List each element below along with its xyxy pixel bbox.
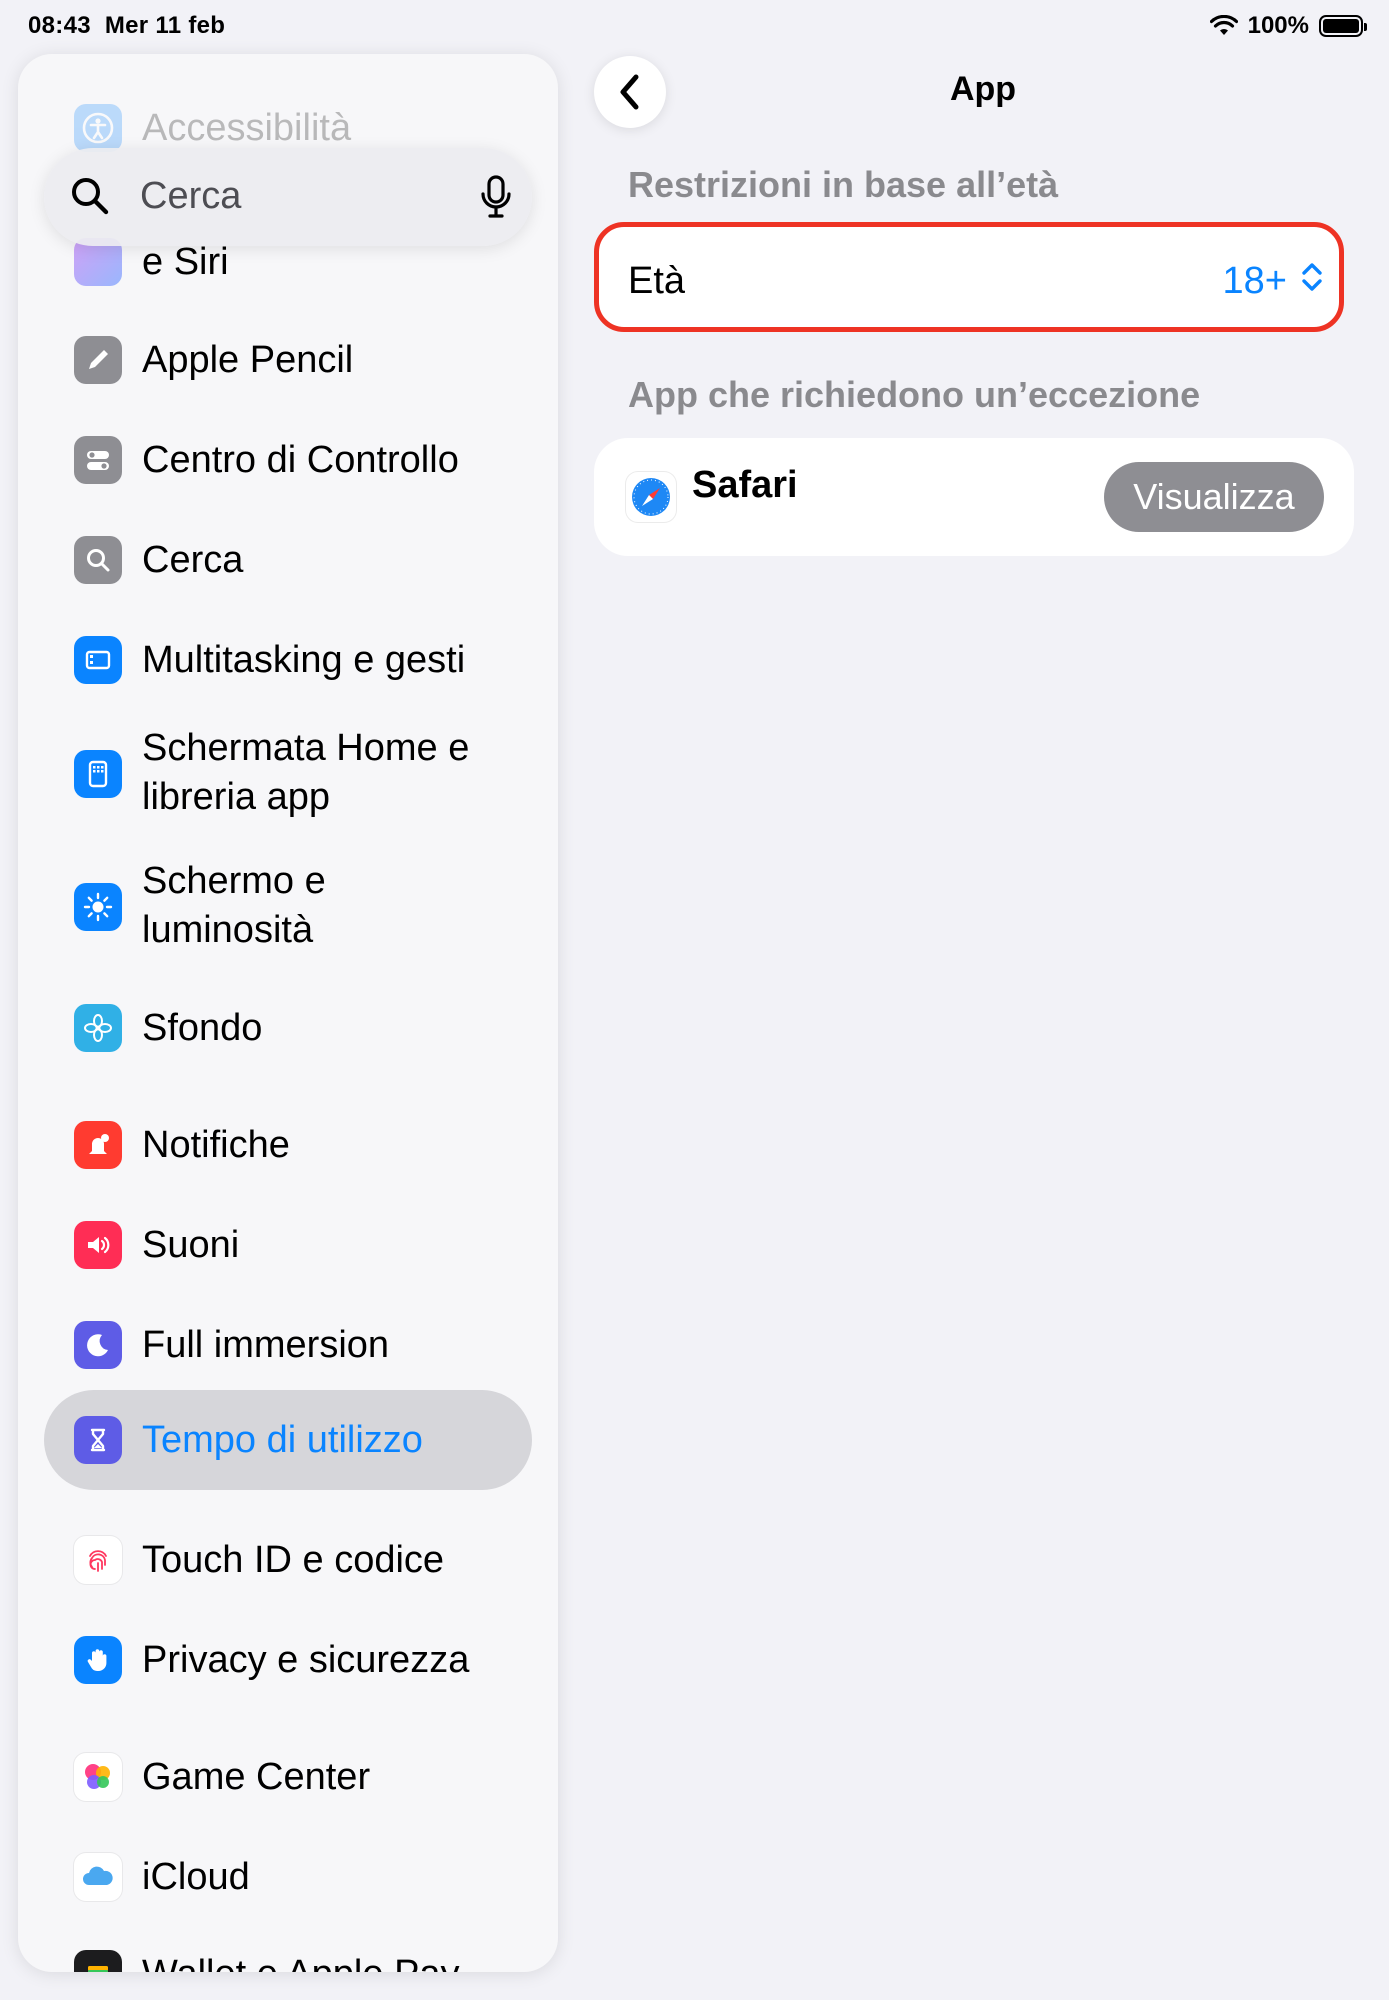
age-label: Età bbox=[628, 260, 686, 302]
moon-icon bbox=[74, 1321, 122, 1369]
sidebar-item-label: Centro di Controllo bbox=[142, 439, 459, 481]
status-indicators: 100% bbox=[1209, 12, 1367, 40]
cloud-icon bbox=[74, 1853, 122, 1901]
sidebar-item-label: Multitasking e gesti bbox=[142, 639, 466, 681]
search-input[interactable] bbox=[140, 170, 460, 222]
game-center-icon bbox=[74, 1753, 122, 1801]
sidebar-item-game-center[interactable]: Game Center bbox=[18, 1749, 558, 1805]
sidebar-item-multitasking[interactable]: Multitasking e gesti bbox=[18, 632, 558, 688]
sidebar-item-wallet[interactable]: Wallet e Apple Pay bbox=[18, 1946, 558, 1972]
sidebar-item-label: Apple Pencil bbox=[142, 339, 354, 381]
notification-bell-icon bbox=[74, 1121, 122, 1169]
back-button[interactable] bbox=[594, 56, 666, 128]
sidebar-item-privacy[interactable]: Privacy e sicurezza bbox=[18, 1632, 558, 1688]
hand-icon bbox=[74, 1636, 122, 1684]
sidebar-item-label: Wallet e Apple Pay bbox=[142, 1950, 460, 1972]
sidebar-item-display[interactable]: Schermo e luminosità bbox=[18, 857, 558, 957]
sidebar-item-label: Full immersion bbox=[142, 1324, 390, 1366]
sidebar-item-search[interactable]: Cerca bbox=[18, 532, 558, 588]
age-restrictions-header: Restrizioni in base all’età bbox=[628, 164, 1059, 205]
pencil-icon bbox=[74, 336, 122, 384]
sidebar-item-screen-time[interactable]: Tempo di utilizzo bbox=[18, 1412, 558, 1468]
wifi-icon bbox=[1209, 15, 1238, 35]
exceptions-header: App che richiedono un’eccezione bbox=[628, 374, 1201, 415]
chevron-left-icon bbox=[620, 74, 639, 110]
sidebar-item-label: Schermo e luminosità bbox=[142, 860, 326, 951]
sidebar-item-notifications[interactable]: Notifiche bbox=[18, 1117, 558, 1173]
status-bar: 08:43 Mer 11 feb 100% bbox=[0, 0, 1389, 52]
flower-icon bbox=[74, 1004, 122, 1052]
page-title: App bbox=[949, 70, 1017, 108]
wallet-icon bbox=[74, 1950, 122, 1972]
sidebar-item-label: Touch ID e codice bbox=[142, 1539, 445, 1581]
toggles-icon bbox=[74, 436, 122, 484]
fingerprint-icon bbox=[74, 1536, 122, 1584]
home-screen-icon bbox=[74, 750, 122, 798]
multitasking-icon bbox=[74, 636, 122, 684]
battery-percent: 100% bbox=[1247, 12, 1309, 39]
battery-icon bbox=[1319, 15, 1367, 37]
view-button[interactable]: Visualizza bbox=[1104, 462, 1324, 532]
sidebar-item-home-screen[interactable]: Schermata Home e libreria app bbox=[18, 724, 558, 824]
brightness-icon bbox=[74, 883, 122, 931]
sidebar-item-touch-id[interactable]: Touch ID e codice bbox=[18, 1532, 558, 1588]
settings-sidebar: Accessibilità e Siri Apple Pencil Centro… bbox=[18, 54, 558, 1972]
sidebar-item-label: iCloud bbox=[142, 1856, 250, 1898]
sidebar-item-label: Tempo di utilizzo bbox=[142, 1419, 423, 1461]
sidebar-item-focus[interactable]: Full immersion bbox=[18, 1317, 558, 1373]
sidebar-item-label: Notifiche bbox=[142, 1124, 290, 1166]
status-time: 08:43 bbox=[28, 12, 91, 39]
status-time-date: 08:43 Mer 11 feb bbox=[28, 12, 225, 40]
sidebar-item-label: Game Center bbox=[142, 1756, 371, 1798]
accessibility-icon bbox=[74, 104, 122, 152]
age-rating-row[interactable]: Età 18+ bbox=[594, 222, 1344, 332]
sidebar-item-label: Accessibilità bbox=[142, 107, 352, 149]
search-icon bbox=[74, 536, 122, 584]
sidebar-item-label: Privacy e sicurezza bbox=[142, 1639, 470, 1681]
sidebar-item-icloud[interactable]: iCloud bbox=[18, 1849, 558, 1905]
sidebar-item-control-center[interactable]: Centro di Controllo bbox=[18, 432, 558, 488]
magnifier-icon bbox=[72, 178, 109, 215]
sidebar-item-sounds[interactable]: Suoni bbox=[18, 1217, 558, 1273]
chevron-up-down-icon bbox=[1302, 263, 1322, 291]
sidebar-item-label: Schermata Home e libreria app bbox=[142, 727, 470, 818]
sidebar-item-apple-pencil[interactable]: Apple Pencil bbox=[18, 332, 558, 388]
sidebar-item-wallpaper[interactable]: Sfondo bbox=[18, 1000, 558, 1056]
search-bar[interactable] bbox=[44, 148, 532, 246]
speaker-icon bbox=[74, 1221, 122, 1269]
app-name: Safari bbox=[692, 464, 798, 506]
sidebar-item-label: Sfondo bbox=[142, 1007, 263, 1049]
sidebar-item-label: Cerca bbox=[142, 539, 244, 581]
status-date: Mer 11 feb bbox=[104, 12, 226, 39]
microphone-icon[interactable] bbox=[480, 174, 512, 220]
safari-compass-icon bbox=[626, 472, 676, 522]
exception-app-row: Safari Visualizza bbox=[594, 438, 1354, 556]
hourglass-icon bbox=[74, 1416, 122, 1464]
sidebar-item-label: Suoni bbox=[142, 1224, 240, 1266]
age-value[interactable]: 18+ bbox=[1223, 260, 1287, 303]
